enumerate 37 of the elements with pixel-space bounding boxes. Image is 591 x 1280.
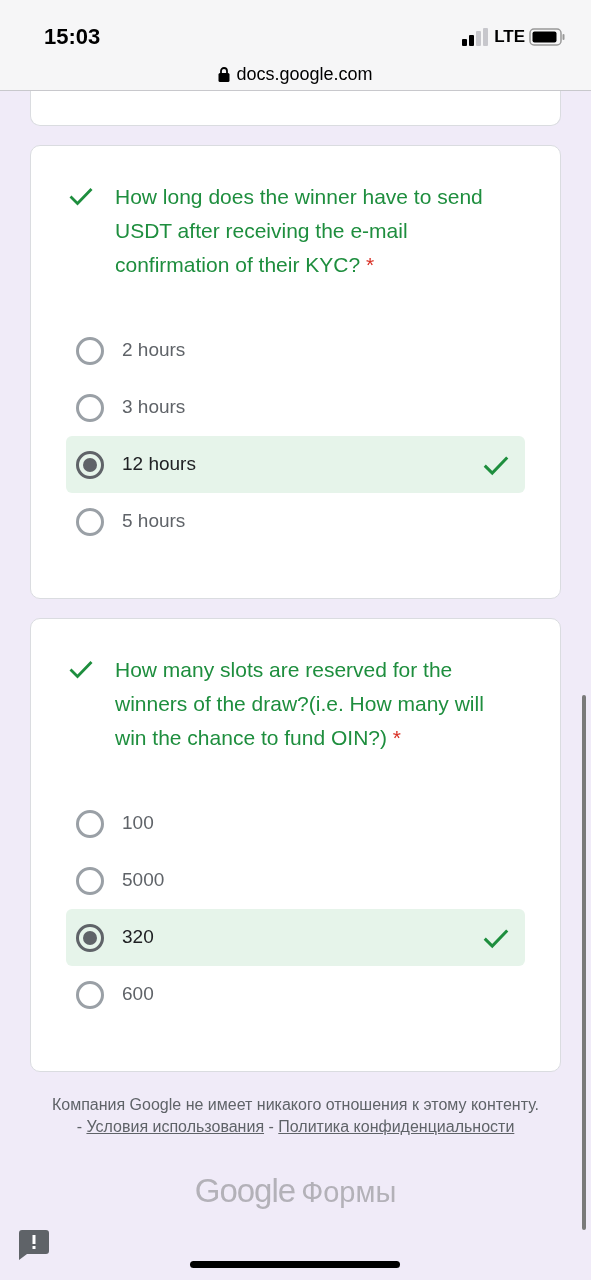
footer-link[interactable]: Политика конфиденциальности bbox=[278, 1118, 515, 1135]
option-label: 600 bbox=[122, 982, 155, 1007]
footer-text: Компания Google не имеет никакого отношения к этому контенту. - Условия использования - Политика конфиденциальности bbox=[50, 1095, 541, 1137]
radio-button[interactable] bbox=[76, 980, 104, 1009]
answer-option[interactable]: 5 hours bbox=[66, 493, 525, 550]
status-time: 15:03 bbox=[44, 23, 101, 51]
radio-button[interactable] bbox=[76, 393, 104, 422]
answer-option[interactable]: 2 hours bbox=[66, 322, 525, 379]
answer-option[interactable]: 320 bbox=[66, 909, 525, 966]
radio-button[interactable] bbox=[76, 507, 104, 536]
answer-option[interactable]: 12 hours bbox=[66, 436, 525, 493]
url-text[interactable]: docs.google.com bbox=[236, 61, 373, 88]
option-label: 3 hours bbox=[122, 395, 187, 420]
answer-option[interactable]: 5000 bbox=[66, 852, 525, 909]
radio-button[interactable] bbox=[76, 809, 104, 838]
option-label: 100 bbox=[122, 811, 155, 836]
question-text: How long does the winner have to send USDT after receiving the e-mail confirmation of their KYC? * bbox=[115, 184, 484, 278]
question-text: How many slots are reserved for the winners of the draw?(i.e. How many will win the chance to fund OIN?) * bbox=[115, 657, 485, 751]
feedback-icon[interactable] bbox=[19, 1230, 49, 1260]
lock-icon bbox=[218, 67, 231, 82]
answer-option[interactable]: 3 hours bbox=[66, 379, 525, 436]
network-label: LTE bbox=[494, 25, 525, 48]
radio-button[interactable] bbox=[76, 450, 104, 479]
answer-option[interactable]: 100 bbox=[66, 795, 525, 852]
option-label: 12 hours bbox=[122, 452, 197, 477]
footer-link[interactable]: Условия использования bbox=[86, 1118, 265, 1135]
battery-icon bbox=[529, 27, 565, 46]
radio-button[interactable] bbox=[76, 923, 104, 952]
signal-icon bbox=[462, 27, 491, 46]
option-label: 320 bbox=[122, 925, 155, 950]
option-label: 2 hours bbox=[122, 338, 187, 363]
radio-button[interactable] bbox=[76, 866, 104, 895]
radio-button[interactable] bbox=[76, 336, 104, 365]
option-label: 5 hours bbox=[122, 509, 187, 534]
forms-logo: Google Формы bbox=[194, 1171, 397, 1211]
answer-option[interactable]: 600 bbox=[66, 966, 525, 1023]
option-label: 5000 bbox=[122, 868, 166, 893]
